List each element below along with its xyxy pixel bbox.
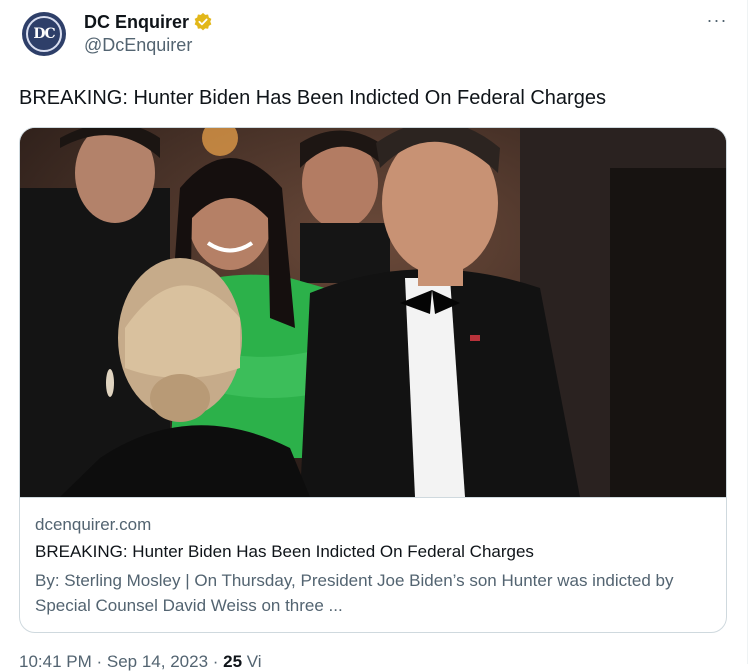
views-label: Vi [242,652,262,671]
author-handle[interactable]: @DcEnquirer [84,35,192,56]
tweet[interactable]: DC DC Enquirer @DcEnquirer ··· BREAKING:… [0,0,748,671]
tweet-timestamp-row: 10:41 PM · Sep 14, 2023 · 25 Vi [19,652,262,672]
link-card[interactable]: dcenquirer.com BREAKING: Hunter Biden Ha… [19,127,727,633]
gold-verified-icon [194,12,212,31]
photo-formal-event-icon [20,128,726,497]
view-count: 25 [223,652,243,671]
tweet-timestamp[interactable]: 10:41 PM · Sep 14, 2023 · [19,652,223,671]
card-description: By: Sterling Mosley | On Thursday, Presi… [35,571,674,615]
card-domain: dcenquirer.com [35,515,152,534]
card-image[interactable] [20,128,726,497]
card-meta[interactable]: dcenquirer.com BREAKING: Hunter Biden Ha… [20,497,726,632]
tweet-text: BREAKING: Hunter Biden Has Been Indicted… [19,87,606,109]
card-title: BREAKING: Hunter Biden Has Been Indicted… [35,542,534,561]
avatar[interactable]: DC [22,12,66,56]
more-options-icon[interactable]: ··· [702,10,732,31]
avatar-monogram: DC [26,16,62,52]
author-display-name[interactable]: DC Enquirer [84,10,189,34]
author-name-row: DC Enquirer [84,10,213,34]
